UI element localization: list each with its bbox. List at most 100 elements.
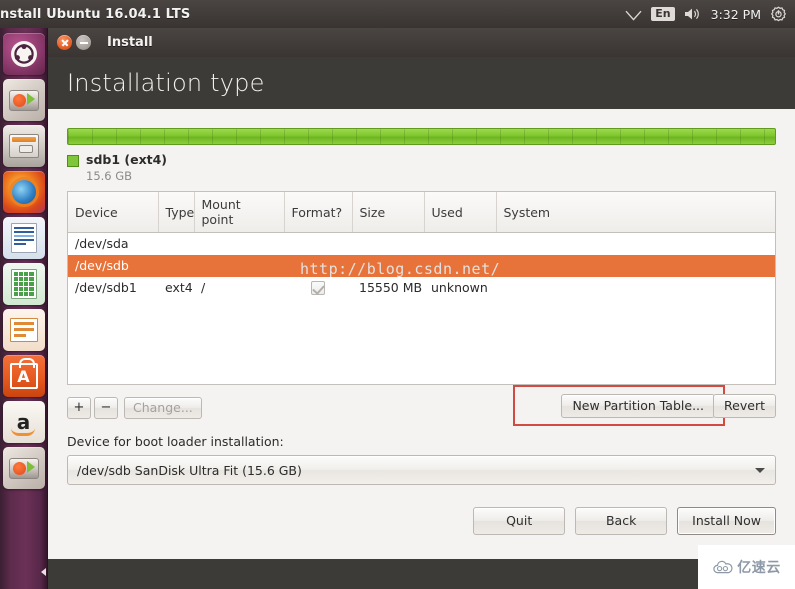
cell-device: /dev/sdb1 [75, 280, 137, 295]
chevron-down-icon [755, 468, 765, 473]
bootloader-device-select[interactable]: /dev/sdb SanDisk Ultra Fit (15.6 GB) [67, 455, 776, 485]
partition-bar-section: sdb1 (ext4) 15.6 GB [67, 109, 776, 183]
add-partition-button[interactable]: + [67, 396, 91, 419]
partition-legend-swatch-icon [67, 155, 79, 167]
partition-usage-bar [67, 128, 776, 145]
launcher-item-amazon[interactable]: a [2, 401, 45, 443]
watermark-logo: 亿速云 [698, 545, 795, 589]
launcher-item-install-running[interactable] [2, 447, 45, 489]
file-cabinet-icon [8, 134, 39, 158]
partition-legend: sdb1 (ext4) 15.6 GB [67, 152, 776, 183]
clock[interactable]: 3:32 PM [711, 0, 761, 28]
panel-app-title: nstall Ubuntu 16.04.1 LTS [0, 6, 191, 22]
cell-mount-point: / [201, 280, 206, 295]
unity-launcher: A a [0, 28, 48, 589]
keyboard-layout-indicator[interactable]: En [651, 0, 675, 28]
cell-type: ext4 [165, 280, 193, 295]
volume-icon[interactable] [684, 0, 702, 28]
launcher-running-indicator [41, 568, 46, 576]
page-title: Installation type [67, 69, 265, 97]
column-header-size[interactable]: Size [352, 192, 425, 233]
column-header-type[interactable]: Type [158, 192, 195, 233]
cell-format[interactable] [284, 277, 352, 299]
amazon-swoosh-icon [10, 428, 35, 436]
cell-used: unknown [431, 280, 488, 295]
column-header-mount-point[interactable]: Mount point [194, 192, 285, 233]
page-header: Installation type [48, 57, 795, 109]
close-icon[interactable] [57, 35, 72, 50]
quit-button[interactable]: Quit [473, 507, 566, 535]
window-titlebar: Install [48, 28, 795, 57]
cell-format [284, 233, 352, 255]
change-partition-button[interactable]: Change... [124, 396, 202, 419]
launcher-item-install-ubuntu[interactable] [2, 79, 45, 121]
cloud-icon [712, 560, 734, 574]
cell-system [496, 233, 775, 255]
bootloader-device-value: /dev/sdb SanDisk Ultra Fit (15.6 GB) [77, 462, 302, 478]
top-panel: nstall Ubuntu 16.04.1 LTS En 3:32 PM [0, 0, 795, 28]
partition-legend-name: sdb1 (ext4) [86, 152, 168, 167]
cell-mount-point [194, 233, 284, 255]
watermark-text: 亿速云 [737, 560, 781, 576]
column-header-system[interactable]: System [496, 192, 775, 233]
new-partition-table-button[interactable]: New Partition Table... [561, 394, 715, 418]
launcher-item-libreoffice-impress[interactable] [2, 309, 45, 351]
column-header-used[interactable]: Used [424, 192, 497, 233]
table-header-row: Device Type Mount point Format? Size Use… [68, 192, 775, 233]
window-title: Install [107, 35, 153, 50]
cell-type [158, 233, 194, 255]
writer-document-icon [10, 223, 37, 253]
window-bottom-bar [48, 559, 795, 589]
cell-format [284, 254, 352, 277]
partition-table[interactable]: Device Type Mount point Format? Size Use… [67, 191, 776, 385]
clock-label: 3:32 PM [710, 6, 761, 22]
back-button[interactable]: Back [575, 507, 668, 535]
launcher-item-files[interactable] [2, 125, 45, 167]
software-bag-letter: A [17, 366, 30, 386]
launcher-item-ubuntu-dash[interactable] [2, 33, 45, 75]
cell-mount-point [194, 254, 284, 277]
cell-system [496, 277, 775, 299]
table-row[interactable]: /dev/sdb1 ext4 / 15550 MB unknown [68, 277, 775, 299]
firefox-icon [11, 180, 36, 204]
cell-device: /dev/sdb [68, 254, 158, 277]
table-row[interactable]: /dev/sda [68, 233, 775, 255]
calc-spreadsheet-icon [10, 269, 37, 299]
cell-type [158, 254, 194, 277]
column-header-device[interactable]: Device [68, 192, 159, 233]
software-bag-icon: A [9, 358, 38, 389]
installer-content: sdb1 (ext4) 15.6 GB Device Type Mount po… [48, 109, 795, 559]
launcher-item-firefox[interactable] [2, 171, 45, 213]
bootloader-label: Device for boot loader installation: [67, 434, 284, 449]
install-disk-icon [8, 89, 39, 111]
format-checkbox[interactable] [311, 281, 325, 296]
install-disk-running-icon [8, 457, 39, 479]
cell-system [496, 254, 775, 277]
launcher-item-libreoffice-writer[interactable] [2, 217, 45, 259]
impress-slide-icon [9, 318, 38, 342]
cell-used [424, 233, 496, 255]
launcher-item-ubuntu-software[interactable]: A [2, 355, 45, 397]
wifi-icon[interactable] [625, 0, 642, 28]
cell-size [352, 254, 424, 277]
gear-power-icon[interactable] [770, 0, 787, 28]
cell-used [424, 254, 496, 277]
column-header-format[interactable]: Format? [284, 192, 353, 233]
cell-size [352, 233, 424, 255]
table-row[interactable]: /dev/sdb [68, 254, 775, 277]
remove-partition-button[interactable]: − [94, 396, 118, 419]
minimize-icon[interactable] [76, 35, 91, 50]
revert-button[interactable]: Revert [713, 394, 776, 418]
ubuntu-logo-icon [10, 41, 37, 67]
installer-window: Install Installation type sdb1 (ext4) 15… [48, 28, 795, 589]
screen: nstall Ubuntu 16.04.1 LTS En 3:32 PM A a… [0, 0, 795, 589]
install-now-button[interactable]: Install Now [677, 507, 776, 535]
wizard-buttons: Quit Back Install Now [67, 507, 776, 535]
keyboard-layout-label: En [651, 7, 675, 21]
system-tray: En 3:32 PM [625, 0, 795, 28]
launcher-item-libreoffice-calc[interactable] [2, 263, 45, 305]
cell-size: 15550 MB [359, 280, 423, 295]
cell-device: /dev/sda [75, 236, 129, 252]
partition-legend-size: 15.6 GB [86, 169, 133, 183]
partition-toolbar: + − Change... New Partition Table... Rev… [67, 385, 776, 426]
